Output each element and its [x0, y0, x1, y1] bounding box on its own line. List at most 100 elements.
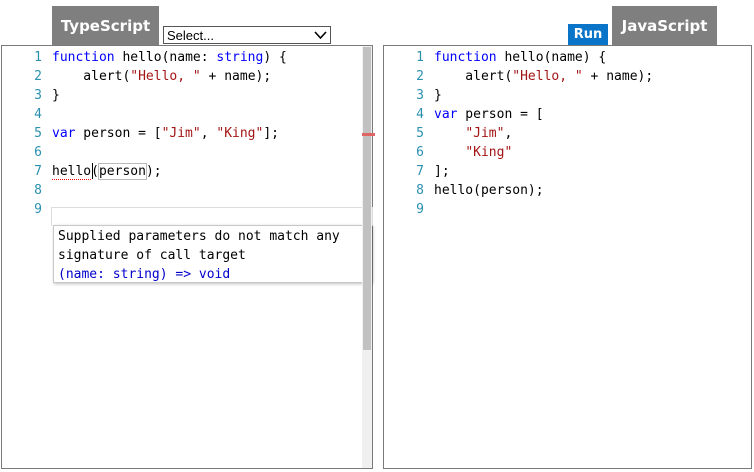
line-code: "King" — [434, 143, 512, 162]
line-code: } — [434, 86, 442, 105]
code-token: } — [52, 88, 60, 103]
line-number: 9 — [34, 202, 42, 217]
typescript-code-line[interactable]: 1 function hello(name: string) { — [2, 48, 372, 67]
javascript-code-line[interactable]: 3} — [384, 86, 751, 105]
code-token: alert( — [434, 69, 513, 84]
code-token: var — [52, 126, 76, 141]
line-code: "Jim", — [434, 124, 512, 143]
error-tooltip-signature: (name: string) => void — [58, 267, 231, 282]
code-token: alert( — [52, 69, 131, 84]
line-code: function hello(name: string) { — [52, 48, 287, 67]
code-token: person = [ — [75, 126, 162, 141]
tab-typescript[interactable]: TypeScript — [52, 6, 159, 46]
javascript-code-line[interactable]: 5 "Jim", — [384, 124, 751, 143]
typescript-code-line[interactable]: 6 — [2, 143, 372, 162]
line-number: 4 — [34, 107, 42, 122]
tab-javascript-label: JavaScript — [621, 17, 708, 35]
code-token: var — [434, 107, 458, 122]
code-token: function — [52, 50, 115, 65]
run-button-label: Run — [573, 27, 603, 42]
line-code: function hello(name) { — [434, 48, 606, 67]
typescript-code-line[interactable]: 5 var person = ["Jim", "King"]; — [2, 124, 372, 143]
code-token: "King" — [465, 145, 513, 160]
line-code: ]; — [434, 162, 450, 181]
typescript-code-line[interactable]: 7 hello(person); — [2, 162, 372, 181]
code-token: ]; — [263, 126, 279, 141]
code-token: "Hello, " — [512, 69, 583, 84]
line-code: alert("Hello, " + name); — [434, 67, 653, 86]
typescript-code-lines: 1 function hello(name: string) {2 alert("… — [2, 48, 372, 219]
line-code: hello(person); — [52, 162, 162, 181]
javascript-code-line[interactable]: 2 alert("Hello, " + name); — [384, 67, 751, 86]
error-tooltip: Supplied parameters do not match any sig… — [53, 225, 372, 283]
code-token: hello(name: — [114, 50, 217, 65]
javascript-code-line[interactable]: 7]; — [384, 162, 751, 181]
vertical-scrollbar[interactable] — [362, 46, 375, 468]
code-token: hello(name) { — [496, 50, 607, 65]
hover-highlight — [51, 207, 373, 226]
line-number: 6 — [34, 145, 42, 160]
line-number: 5 — [34, 126, 42, 141]
javascript-code-lines: 1 function hello(name) {2 alert("Hello, "… — [384, 48, 751, 219]
line-number: 3 — [34, 88, 42, 103]
javascript-editor[interactable]: 1 function hello(name) {2 alert("Hello, "… — [383, 45, 752, 469]
code-token: function — [434, 50, 497, 65]
code-token: hello — [52, 164, 92, 180]
typescript-code-line[interactable]: 8 — [2, 181, 372, 200]
error-tooltip-message-2: signature of call target — [58, 248, 246, 263]
code-token: hello(person); — [434, 183, 544, 198]
code-token: "King" — [216, 126, 264, 141]
line-number: 4 — [416, 107, 424, 122]
examples-select[interactable]: Select... — [163, 26, 331, 44]
code-token: "Hello, " — [130, 69, 201, 84]
tab-typescript-label: TypeScript — [60, 17, 151, 35]
code-token: , — [200, 126, 217, 141]
line-number: 5 — [416, 126, 424, 141]
javascript-code-line[interactable]: 9 — [384, 200, 751, 219]
code-token: "Jim" — [161, 126, 201, 141]
line-number: 1 — [34, 50, 42, 65]
code-token: , — [504, 126, 513, 141]
text-cursor — [92, 163, 93, 179]
code-token: person — [97, 163, 147, 180]
line-number: 8 — [416, 183, 424, 198]
code-token: } — [434, 88, 442, 103]
javascript-code-line[interactable]: 8 hello(person); — [384, 181, 751, 200]
line-number: 3 — [416, 88, 424, 103]
typescript-code-line[interactable]: 2 alert("Hello, " + name); — [2, 67, 372, 86]
code-token: string — [216, 50, 264, 65]
chevron-down-icon — [314, 31, 327, 40]
scrollbar-thumb[interactable] — [363, 47, 371, 350]
line-code: var person = ["Jim", "King"]; — [52, 124, 279, 143]
error-marker — [362, 133, 375, 136]
javascript-code-line[interactable]: 6 "King" — [384, 143, 751, 162]
line-number: 9 — [416, 202, 424, 217]
code-token: ); — [145, 164, 162, 179]
line-code: hello(person); — [434, 181, 544, 200]
run-button[interactable]: Run — [568, 24, 608, 45]
code-token: ]; — [434, 164, 450, 179]
code-token: ) { — [263, 50, 287, 65]
typescript-editor[interactable]: 1 function hello(name: string) {2 alert("… — [1, 45, 375, 469]
line-number: 1 — [416, 50, 424, 65]
line-number: 2 — [34, 69, 42, 84]
line-code: alert("Hello, " + name); — [52, 67, 271, 86]
examples-select-value: Select... — [167, 27, 214, 43]
tab-javascript[interactable]: JavaScript — [612, 6, 717, 46]
line-number: 8 — [34, 183, 42, 198]
code-token: + name); — [582, 69, 654, 84]
code-token: + name); — [200, 69, 272, 84]
code-token: person = [ — [457, 107, 544, 122]
javascript-code-line[interactable]: 1 function hello(name) { — [384, 48, 751, 67]
error-tooltip-message-1: Supplied parameters do not match any — [58, 229, 340, 244]
line-number: 7 — [416, 164, 424, 179]
code-token: "Jim" — [465, 126, 505, 141]
line-code: } — [52, 86, 60, 105]
javascript-code-line[interactable]: 4 var person = [ — [384, 105, 751, 124]
line-number: 6 — [416, 145, 424, 160]
line-code: var person = [ — [434, 105, 544, 124]
typescript-code-line[interactable]: 3} — [2, 86, 372, 105]
typescript-code-line[interactable]: 4 — [2, 105, 372, 124]
